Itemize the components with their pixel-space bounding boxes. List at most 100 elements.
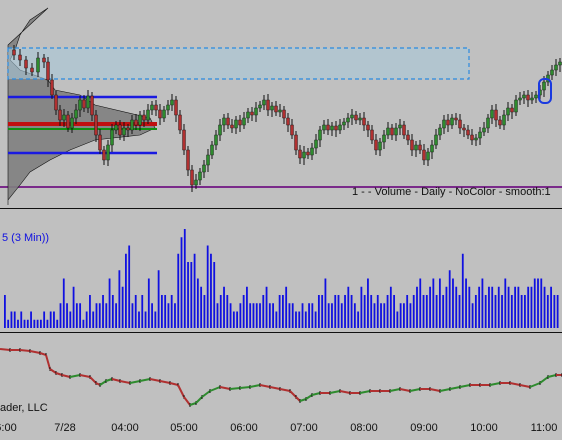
lower-indicator-segment [399,388,411,392]
lower-indicator-segment [305,394,313,400]
candle-body [346,117,350,123]
lower-indicator-segment [219,386,231,390]
volume-bar [226,295,229,328]
volume-bar [17,319,19,328]
volume-bar [265,286,268,328]
candle-body [54,94,58,111]
candle-body [122,127,126,136]
lower-indicator-segment [459,384,471,388]
candle-body [278,109,282,113]
volume-bar [435,295,438,328]
candle-body [374,139,378,151]
candle-body [90,95,94,116]
volume-bar [138,311,140,328]
volume-bar [160,295,163,328]
candle-body [358,117,362,121]
volume-bar [317,295,320,328]
volume-bar [62,278,65,328]
candle-body [282,109,286,119]
volume-chart-pane[interactable]: 5 (3 Min)) [0,209,562,333]
volume-bar [553,295,556,328]
lower-chart-svg[interactable] [0,333,562,418]
lower-chart-pane[interactable]: ader, LLC [0,333,562,418]
x-tick-label: 09:00 [410,422,438,434]
lower-indicator-segment [89,376,97,384]
candle-body [170,99,174,106]
volume-bar [82,319,85,328]
volume-bar [510,295,513,328]
candle-body [286,117,290,126]
volume-bar [419,278,422,328]
candle-body [522,94,526,99]
candle-body [318,129,322,141]
candle-body [198,171,202,181]
volume-bar [367,278,369,328]
lower-indicator-segment [69,374,81,378]
volume-bar [20,311,23,328]
x-tick-label: 6:00 [0,422,17,434]
volume-bar [131,303,134,328]
time-axis[interactable]: 6:00 7/28 04:00 05:00 06:00 07:00 08:00 09:00 10… [0,418,562,440]
volume-bar [311,303,314,328]
candle-body [258,104,262,109]
lower-indicator-segment [29,350,41,354]
candle-body [274,105,278,113]
volume-bar [30,311,32,328]
volume-bar [468,286,471,328]
volume-bar [530,286,533,328]
candle-body [494,109,498,121]
volume-bar [376,295,379,328]
candle-body [298,149,302,159]
volume-bar [144,311,147,328]
candle-body [378,141,382,151]
price-chart-svg[interactable] [0,0,562,208]
volume-bar [79,303,82,328]
candle-body [86,95,90,109]
volume-bar [151,303,153,328]
volume-bar [282,295,284,328]
candle-body [450,117,454,126]
price-chart-pane[interactable]: 1 - - Volume - Daily - NoColor - smooth:… [0,0,562,209]
volume-bar [53,311,55,328]
volume-bar [350,295,353,328]
candle-body [174,99,178,116]
candle-body [154,104,158,111]
volume-bar [393,295,395,328]
volume-bar [389,286,392,328]
volume-bar [501,295,503,328]
lower-indicator-segment [45,354,51,370]
volume-bar [373,303,376,328]
candle-body [350,114,354,119]
copyright-label: ader, LLC [0,402,48,414]
candle-body [158,109,162,119]
volume-bar [481,278,484,328]
volume-bar [537,278,539,328]
candle-body [234,119,238,129]
x-tick-label: 11:00 [530,422,558,434]
volume-pane-label: 5 (3 Min)) [2,232,50,244]
volume-chart-svg[interactable] [0,209,562,332]
candle-body [454,117,458,121]
volume-bar [507,286,510,328]
lower-indicator-segment [259,384,271,388]
candle-body [214,134,218,146]
volume-bar [357,311,360,328]
volume-bar [98,303,101,328]
candle-body [114,124,118,131]
volume-bar [23,319,26,328]
candle-body [46,61,50,81]
candle-body [42,57,46,63]
volume-bar [517,286,520,328]
volume-bar [471,303,474,328]
lower-indicator-segment [169,382,179,386]
volume-bar [39,319,42,328]
volume-bar [246,286,248,328]
candle-body [70,117,74,129]
volume-bar [108,278,111,328]
volume-bar [304,311,307,328]
candle-body [226,117,230,126]
candle-body [406,134,410,141]
lower-indicator-segment [183,396,191,406]
candle-body [474,137,478,141]
volume-bar [331,303,333,328]
